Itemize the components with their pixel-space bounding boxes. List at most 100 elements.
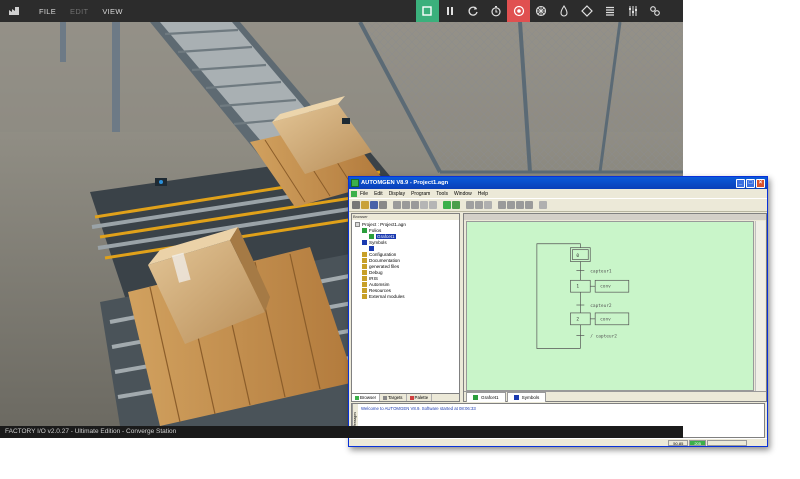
automgen-title-bar[interactable]: AUTOMGEN V8.9 - Project1.agn _ □ × [349,177,767,189]
tab-browser[interactable]: Browser [352,394,381,401]
grid-icon[interactable] [475,201,483,209]
tree-item-folios[interactable]: Folios [362,228,381,233]
zoom-in-icon[interactable] [498,201,506,209]
symbol-table-icon [369,246,374,251]
pause-icon[interactable] [439,0,462,22]
tree-item-documentation[interactable]: Documentation [362,258,400,263]
automgen-body: Browser Project : Project1.agn Folios Gr… [349,213,767,402]
timer-icon[interactable] [484,0,507,22]
automgen-status-bar: 50.85 205 [349,438,767,446]
tab-symbols[interactable]: Symbols [506,391,547,402]
grafcet-icon [369,234,374,239]
configuration-icon [362,252,367,257]
generated-files-icon [362,264,367,269]
status-value-1: 50.85 [668,440,689,446]
menu-tools[interactable]: Tools [436,191,448,197]
document-icon [351,190,357,197]
close-button[interactable]: × [756,178,765,188]
documentation-icon [362,258,367,263]
grafcet-action-1-label: conv [600,285,611,290]
grafcet-step-0-label: 0 [576,253,579,259]
menu-help[interactable]: Help [478,191,488,197]
browser-tabs: Browser Targets Palette [352,393,459,401]
tab-targets[interactable]: Targets [380,394,407,401]
menu-view[interactable]: VIEW [102,7,122,16]
menu-program[interactable]: Program [411,191,430,197]
grafcet-action-2-label: conv [600,317,611,322]
targets-icon [383,395,388,400]
grafcet-icon [473,394,478,400]
camera-icon[interactable] [507,0,530,22]
tree-item-symbol-table[interactable] [369,246,376,251]
document-panel: 0 capteur1 1 conv capteur2 2 conv / capt… [463,213,767,402]
tree-item-grafcet1[interactable]: Grafcet1 [369,234,396,239]
minimize-button[interactable]: _ [736,178,745,188]
settings-wheel-icon[interactable] [530,0,553,22]
reset-icon[interactable] [462,0,485,22]
grafcet-vertical-scrollbar[interactable] [755,221,765,391]
tool-icon[interactable] [484,201,492,209]
tree-item-iris[interactable]: IRIS [362,276,378,281]
project-browser-panel: Browser Project : Project1.agn Folios Gr… [351,213,460,402]
project-icon [355,222,360,227]
automgen-app-icon [351,179,359,187]
external-modules-icon [362,294,367,299]
menu-window[interactable]: Window [454,191,472,197]
print-icon[interactable] [379,201,387,209]
target-icon[interactable] [466,201,474,209]
menu-display[interactable]: Display [389,191,405,197]
layout-icon[interactable] [539,201,547,209]
diamond-icon[interactable] [576,0,599,22]
cut-icon[interactable] [393,201,401,209]
tab-grafcet1[interactable]: Grafcet1 [466,391,506,402]
document-tabs: Grafcet1 Symbols [464,391,766,402]
open-icon[interactable] [361,201,369,209]
tree-item-configuration[interactable]: Configuration [362,252,396,257]
iris-icon [362,276,367,281]
grafcet-transition-3: / capteur2 [590,334,617,340]
tree-item-debug[interactable]: Debug [362,270,383,275]
tree-item-project[interactable]: Project : Project1.agn [355,222,406,227]
connect-icon[interactable] [644,0,667,22]
symbols-icon [513,394,519,400]
maximize-button[interactable]: □ [746,178,755,188]
tree-item-generated-files[interactable]: generated files [362,264,399,269]
automgen-window: AUTOMGEN V8.9 - Project1.agn _ □ × File … [348,176,768,447]
copy-icon[interactable] [402,201,410,209]
undo-icon[interactable] [420,201,428,209]
list-icon[interactable] [598,0,621,22]
factoryio-logo-icon [3,0,25,22]
run-icon[interactable] [452,201,460,209]
debug-icon [362,270,367,275]
tree-item-automsim[interactable]: Automsim [362,282,389,287]
grafcet-step-2 [570,312,591,326]
zoom-window-icon[interactable] [525,201,533,209]
status-empty-cell [707,440,747,446]
tree-item-external-modules[interactable]: External modules [362,294,405,299]
status-value-2: 205 [689,440,706,446]
paste-icon[interactable] [411,201,419,209]
menu-file[interactable]: File [360,191,368,197]
select-icon[interactable] [416,0,439,22]
tab-palette[interactable]: Palette [407,394,433,401]
tree-item-resources[interactable]: Resources [362,288,391,293]
menu-edit[interactable]: EDIT [70,7,88,16]
grafcet-step-1 [570,279,591,293]
automsim-icon [362,282,367,287]
compile-icon[interactable] [443,201,451,209]
zoom-out-icon[interactable] [507,201,515,209]
tree-item-symbols[interactable]: Symbols [362,240,387,245]
document-header [464,214,766,220]
drop-icon[interactable] [553,0,576,22]
tools-icon[interactable] [621,0,644,22]
redo-icon[interactable] [429,201,437,209]
save-icon[interactable] [370,201,378,209]
grafcet-editor[interactable]: 0 capteur1 1 conv capteur2 2 conv / capt… [466,221,754,391]
menu-edit[interactable]: Edit [374,191,383,197]
menu-file[interactable]: FILE [39,7,56,16]
zoom-fit-icon[interactable] [516,201,524,209]
grafcet-step-1-label: 1 [576,284,579,290]
automgen-toolbar [349,198,767,212]
new-icon[interactable] [352,201,360,209]
browser-header: Browser [352,214,459,220]
